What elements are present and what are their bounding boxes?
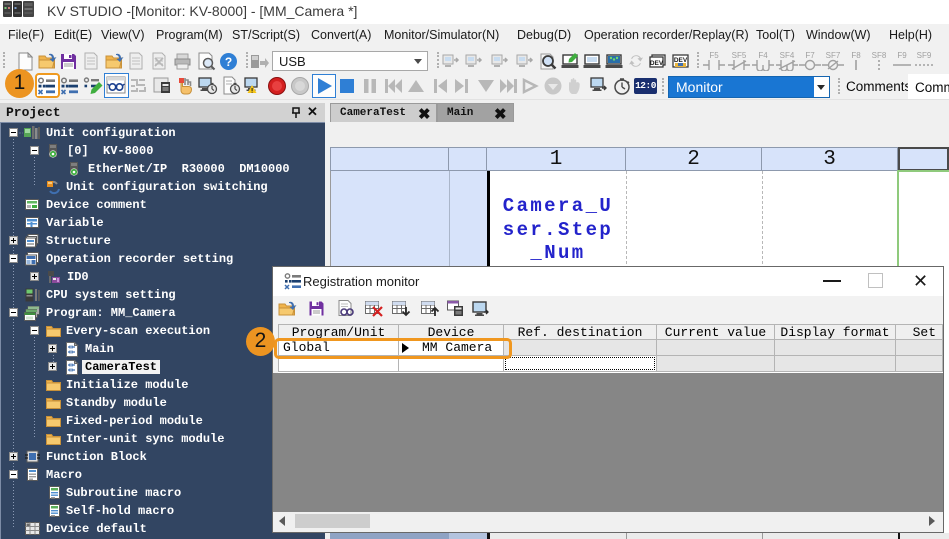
svg-text:SF9: SF9: [917, 51, 932, 60]
svg-text:F9: F9: [897, 51, 907, 60]
svg-text:F7: F7: [805, 51, 815, 60]
svg-text:SF4: SF4: [780, 51, 795, 60]
svg-text:DEV: DEV: [674, 57, 688, 64]
svg-text:SF7: SF7: [826, 51, 841, 60]
svg-text:?: ?: [225, 55, 232, 69]
svg-text:F5: F5: [709, 51, 719, 60]
svg-text:SF8: SF8: [872, 51, 887, 60]
svg-text:DEV: DEV: [650, 60, 664, 67]
svg-text:F4: F4: [758, 51, 768, 60]
svg-text:F8: F8: [851, 51, 861, 60]
svg-text:SF5: SF5: [732, 51, 747, 60]
